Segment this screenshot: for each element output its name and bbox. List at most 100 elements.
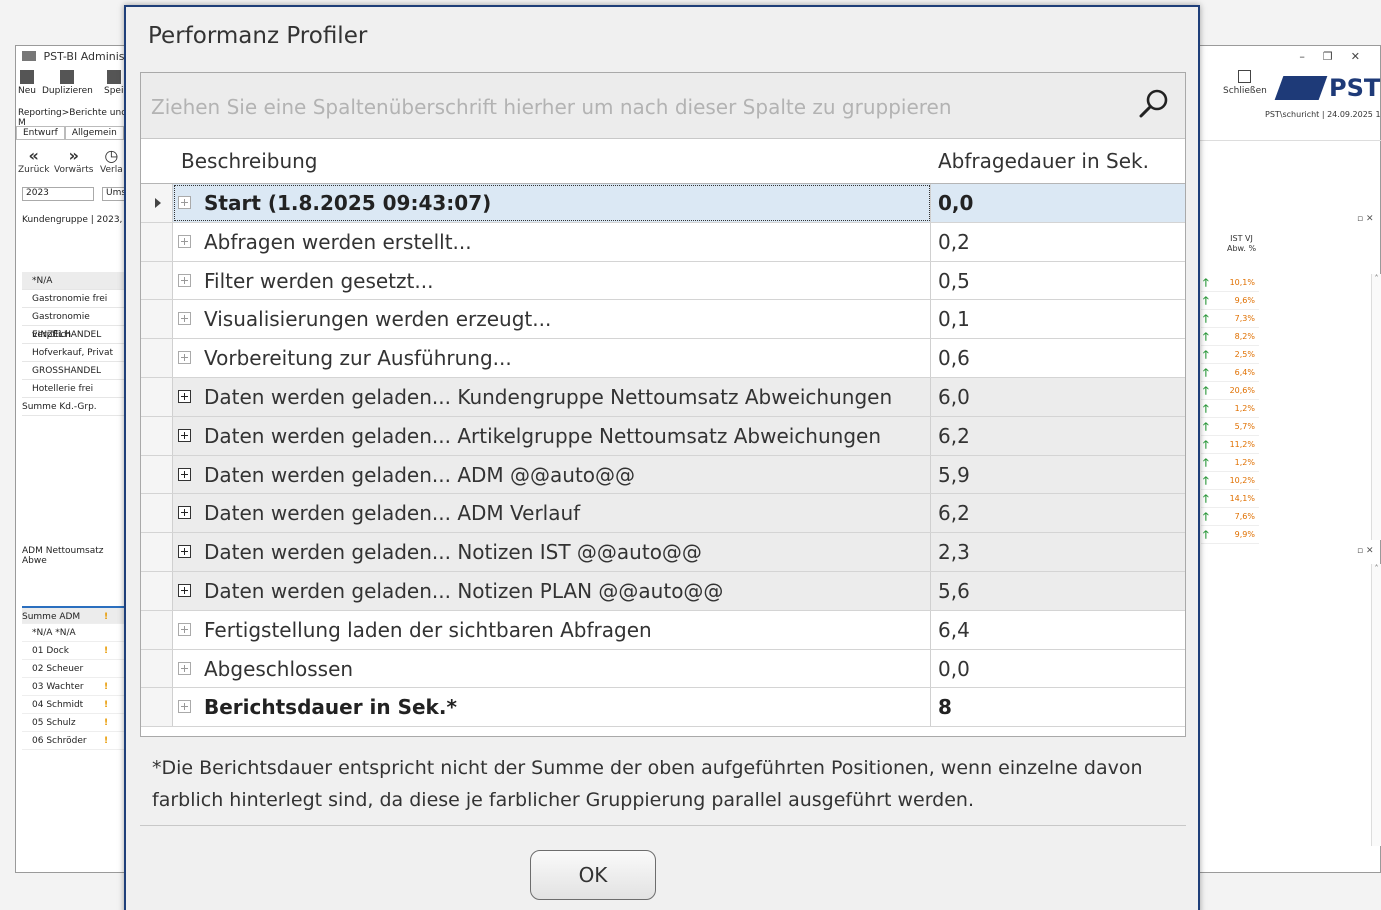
table-row[interactable]: Vorbereitung zur Ausführung... 0,6 (141, 339, 1185, 378)
row-indicator[interactable] (141, 184, 173, 222)
row-indicator[interactable] (141, 416, 173, 455)
table-row[interactable]: Daten werden geladen... Artikelgruppe Ne… (141, 416, 1185, 456)
search-icon[interactable] (1137, 87, 1171, 121)
history-button[interactable]: ◷ Verla (100, 146, 123, 175)
list-item: 🡑 10,1% (1201, 274, 1259, 292)
arrow-up-icon: 🡑 (1203, 456, 1209, 469)
expand-icon[interactable] (178, 428, 191, 442)
row-indicator[interactable] (141, 222, 173, 261)
minimize-icon[interactable]: – (1299, 50, 1323, 63)
expand-icon[interactable] (178, 351, 191, 365)
expand-icon[interactable] (178, 661, 191, 675)
column-divider (930, 688, 931, 727)
row-description: Daten werden geladen... Notizen PLAN @@a… (204, 578, 724, 603)
panel-controls[interactable]: ▫ ✕ (1357, 214, 1374, 224)
list-item[interactable]: EINZELHANDEL (22, 326, 128, 344)
breadcrumb: Reporting>Berichte und M (18, 108, 127, 128)
list-item: 🡑 8,2% (1201, 328, 1259, 346)
save-button[interactable]: Spei (104, 70, 123, 96)
new-button[interactable]: Neu (18, 70, 36, 96)
row-indicator[interactable] (141, 533, 173, 571)
list-item[interactable]: 06 Schröder! (22, 732, 128, 750)
back-button[interactable]: «Zurück (18, 146, 49, 175)
row-indicator[interactable] (141, 571, 173, 610)
expand-icon[interactable] (178, 506, 191, 520)
arrow-up-icon: 🡑 (1203, 330, 1209, 343)
group-by-panel[interactable]: Ziehen Sie eine Spaltenüberschrift hierh… (141, 73, 1185, 139)
list-item[interactable]: Hofverkauf, Privat (22, 344, 128, 362)
year-select[interactable]: 2023 (22, 187, 94, 201)
list-item: 🡑 7,3% (1201, 310, 1259, 328)
duplicate-button[interactable]: Duplizieren (42, 70, 93, 96)
row-indicator[interactable] (141, 455, 173, 494)
expand-icon[interactable] (178, 583, 191, 597)
table-row[interactable]: Daten werden geladen... Kundengruppe Net… (141, 377, 1185, 417)
column-header-description[interactable]: Beschreibung (181, 149, 318, 173)
performance-profiler-dialog: Performanz Profiler Ziehen Sie eine Spal… (124, 5, 1200, 910)
list-item[interactable]: 05 Schulz! (22, 714, 128, 732)
footnote: *Die Berichtsdauer entspricht nicht der … (152, 757, 1143, 811)
ok-button[interactable]: OK (530, 850, 656, 900)
close-window-icon[interactable]: ✕ (1351, 50, 1378, 63)
list-item[interactable]: Hotellerie frei (22, 380, 128, 398)
ist-column-header: IST VJ Abw. % (1227, 234, 1257, 253)
expand-icon[interactable] (178, 467, 191, 481)
list-item[interactable]: 03 Wachter! (22, 678, 128, 696)
list-item[interactable]: 02 Scheuer (22, 660, 128, 678)
expand-icon[interactable] (178, 234, 191, 248)
expand-icon[interactable] (178, 545, 191, 559)
table-row[interactable]: Fertigstellung laden der sichtbaren Abfr… (141, 610, 1185, 650)
list-item[interactable]: 01 Dock! (22, 642, 128, 660)
table-row[interactable]: Start (1.8.2025 09:43:07) 0,0 (141, 184, 1185, 223)
row-indicator[interactable] (141, 300, 173, 339)
expand-icon[interactable] (178, 312, 191, 326)
list-item[interactable]: Gastronomie frei (22, 290, 128, 308)
row-indicator[interactable] (141, 610, 173, 649)
list-item: 🡑 14,1% (1201, 490, 1259, 508)
row-duration: 0,1 (938, 307, 970, 332)
table-row[interactable]: Filter werden gesetzt... 0,5 (141, 261, 1185, 301)
table-row[interactable]: Daten werden geladen... ADM @@auto@@ 5,9 (141, 455, 1185, 495)
row-indicator[interactable] (141, 377, 173, 416)
row-indicator[interactable] (141, 649, 173, 688)
row-indicator[interactable] (141, 261, 173, 300)
column-divider (930, 339, 931, 377)
scrollbar[interactable]: ˄ (1371, 564, 1381, 846)
close-button[interactable]: Schließen (1223, 70, 1267, 96)
row-duration: 0,0 (938, 656, 970, 681)
row-duration: 0,6 (938, 346, 970, 371)
forward-button[interactable]: » Vorwärts (54, 146, 93, 175)
tab-entwurf[interactable]: Entwurf (16, 126, 65, 140)
list-item[interactable]: GROSSHANDEL (22, 362, 128, 380)
row-duration: 6,4 (938, 617, 970, 642)
expand-icon[interactable] (178, 196, 191, 209)
list-item[interactable]: Summe ADM! (22, 606, 128, 624)
table-row[interactable]: Abfragen werden erstellt... 0,2 (141, 222, 1185, 262)
restore-icon[interactable]: ❐ (1323, 50, 1351, 63)
panel-controls[interactable]: ▫ ✕ (1357, 546, 1374, 556)
expand-icon[interactable] (178, 700, 191, 714)
list-item[interactable]: Gastronomie verpflich (22, 308, 128, 340)
table-row[interactable]: Visualisierungen werden erzeugt... 0,1 (141, 300, 1185, 340)
table-row[interactable]: Berichtsdauer in Sek.* 8 (141, 688, 1185, 728)
scrollbar[interactable]: ˄ (1371, 274, 1381, 540)
row-indicator[interactable] (141, 494, 173, 533)
customer-group-list: *N/A Gastronomie frei Gastronomie verpfl… (22, 272, 128, 416)
list-item[interactable]: *N/A (22, 272, 128, 290)
row-indicator[interactable] (141, 339, 173, 377)
tab-allgemein[interactable]: Allgemein (64, 126, 124, 140)
column-divider (930, 184, 931, 222)
table-row[interactable]: Daten werden geladen... Notizen IST @@au… (141, 533, 1185, 572)
column-header-duration[interactable]: Abfragedauer in Sek. (938, 149, 1149, 173)
list-item[interactable]: 04 Schmidt! (22, 696, 128, 714)
row-indicator[interactable] (141, 688, 173, 727)
table-row[interactable]: Daten werden geladen... ADM Verlauf 6,2 (141, 494, 1185, 534)
list-item[interactable]: Summe Kd.-Grp. (22, 398, 128, 416)
list-item[interactable]: *N/A *N/A (22, 624, 128, 642)
expand-icon[interactable] (178, 622, 191, 636)
table-row[interactable]: Daten werden geladen... Notizen PLAN @@a… (141, 571, 1185, 611)
expand-icon[interactable] (178, 273, 191, 287)
table-row[interactable]: Abgeschlossen 0,0 (141, 649, 1185, 689)
expand-icon[interactable] (178, 389, 191, 403)
arrow-up-icon: 🡑 (1203, 420, 1209, 433)
